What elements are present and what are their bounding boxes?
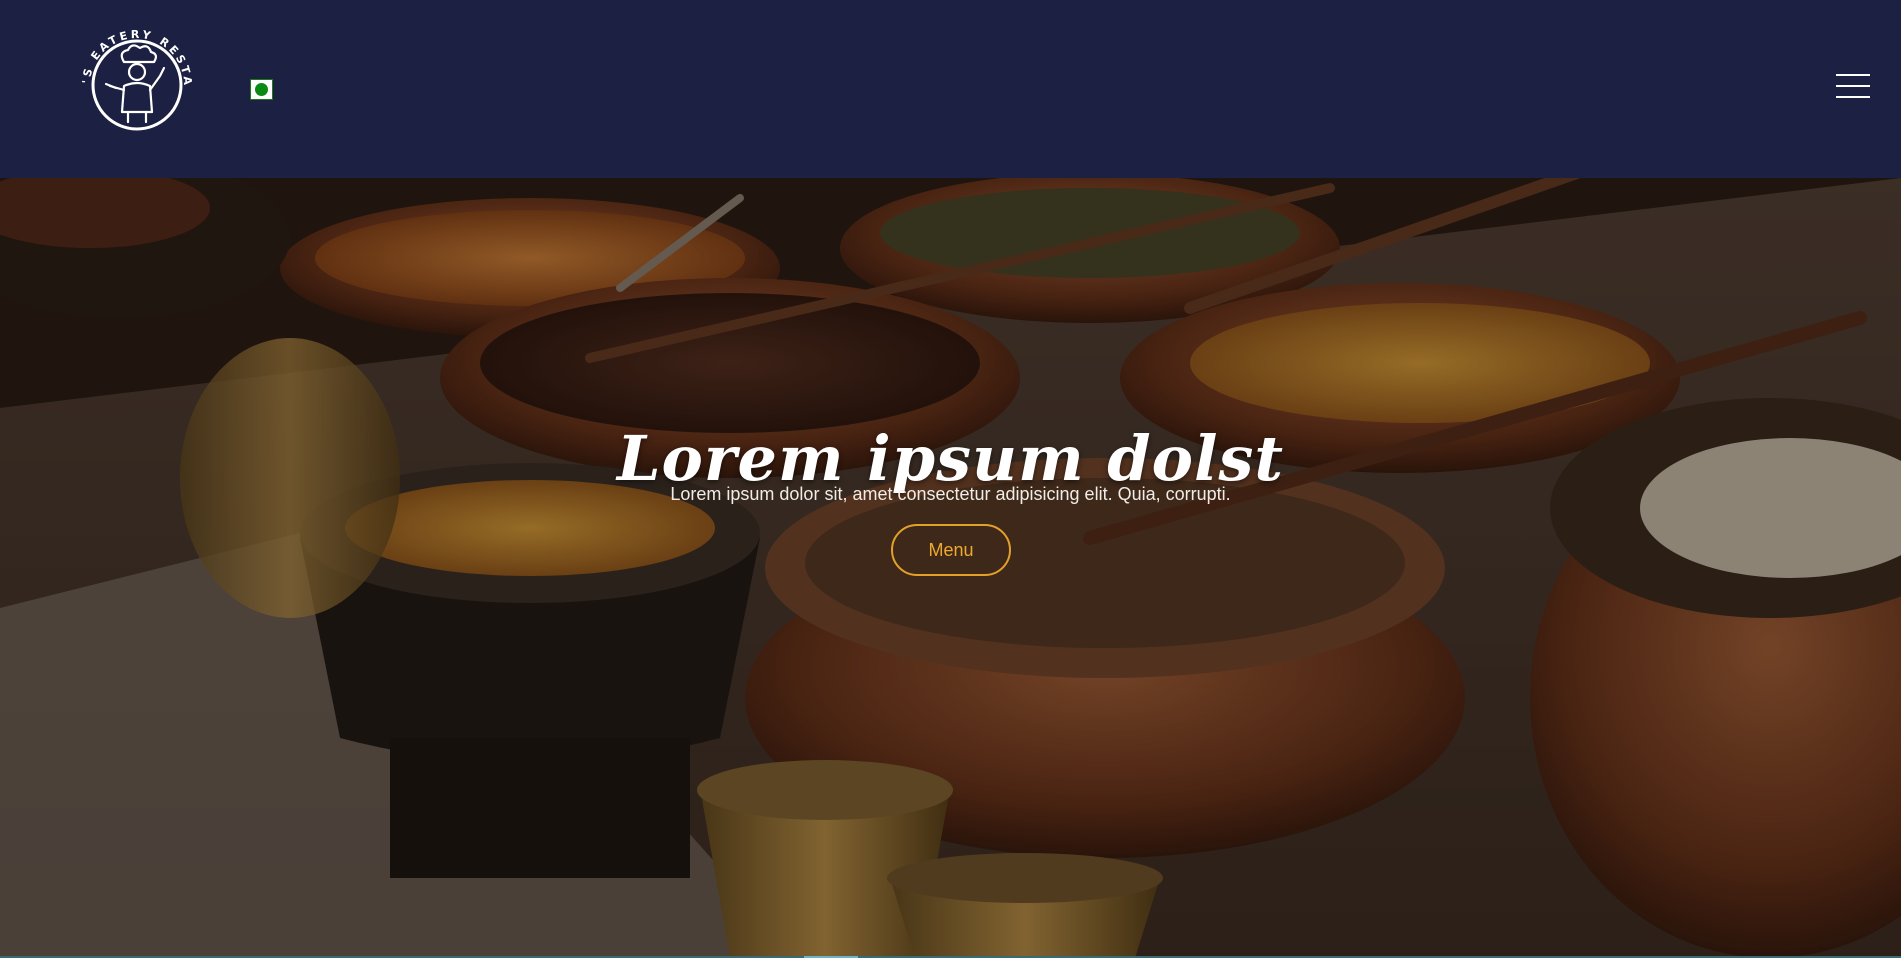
restaurant-logo[interactable]: MANAN'S EATERY RESTAURANT: [65, 10, 202, 150]
hamburger-icon: [1836, 74, 1870, 76]
hero-subtitle: Lorem ipsum dolor sit, amet consectetur …: [670, 484, 1231, 504]
menu-button[interactable]: Menu: [891, 524, 1011, 576]
hamburger-icon-line: [1836, 96, 1870, 98]
veg-dot: [255, 83, 268, 96]
hamburger-icon-line: [1836, 85, 1870, 87]
hamburger-menu-button[interactable]: [1836, 74, 1872, 100]
chef-icon: [104, 44, 166, 124]
site-header: MANAN'S EATERY RESTAURANT: [0, 0, 1901, 178]
svg-text:MANAN'S EATERY RESTAURANT: MANAN'S EATERY RESTAURANT: [72, 20, 194, 88]
veg-symbol-icon: [250, 79, 273, 100]
hero-section: Lorem ipsum dolst Lorem ipsum dolor sit,…: [0, 178, 1901, 958]
logo-badge-icon: MANAN'S EATERY RESTAURANT: [65, 10, 194, 131]
